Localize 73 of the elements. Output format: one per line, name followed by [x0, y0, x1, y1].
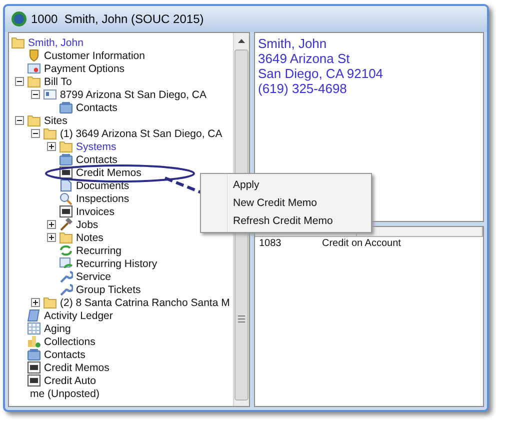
- refresh-icon: [59, 244, 73, 257]
- tree-item[interactable]: Jobs: [76, 218, 98, 230]
- folder-icon: [27, 114, 41, 127]
- tree-item[interactable]: Contacts: [44, 348, 86, 360]
- tree-item[interactable]: Credit Memos: [44, 362, 110, 374]
- tree-item[interactable]: Credit Memos: [76, 166, 142, 178]
- tree-item[interactable]: Systems: [76, 140, 116, 152]
- tree-item[interactable]: Service: [76, 270, 112, 282]
- minus-box-icon[interactable]: [14, 116, 24, 125]
- tree-item[interactable]: Recurring History: [76, 258, 158, 270]
- tree-item[interactable]: Notes: [76, 232, 104, 244]
- card-icon: [27, 62, 41, 75]
- tree-item[interactable]: Bill To: [44, 76, 72, 88]
- tree-item[interactable]: Documents: [76, 180, 130, 192]
- tree-item[interactable]: Credit Auto: [44, 374, 96, 386]
- memo-icon: [27, 361, 41, 374]
- shield-icon: [27, 49, 41, 62]
- wrench-icon: [59, 283, 73, 296]
- tree-item[interactable]: Collections: [44, 336, 96, 348]
- hammer-icon: [59, 218, 73, 231]
- tree-item[interactable]: Payment Options: [44, 62, 125, 74]
- tree-item[interactable]: Invoices: [76, 206, 115, 218]
- tree-item[interactable]: Contacts: [76, 102, 118, 114]
- folder-icon: [59, 231, 73, 244]
- folder-icon: [11, 36, 25, 49]
- customer-detail: Smith, John: [258, 36, 328, 51]
- table-cell-text: Credit on Account: [322, 238, 402, 249]
- bar-chart-icon: [27, 335, 41, 348]
- tree-item[interactable]: (2) 8 Santa Catrina Rancho Santa M: [60, 296, 230, 308]
- minus-box-icon[interactable]: [30, 90, 40, 99]
- address-card-icon: [43, 88, 57, 101]
- tree-item[interactable]: Group Tickets: [76, 284, 141, 296]
- tree-item[interactable]: Sites: [44, 114, 68, 126]
- table-cell-text: 1083: [259, 238, 282, 249]
- folder-icon: [43, 296, 57, 309]
- tree-item[interactable]: Recurring: [76, 244, 122, 256]
- ledger-icon: [27, 309, 41, 322]
- window-title: 1000 Smith, John (SOUC 2015): [31, 12, 204, 26]
- minus-box-icon[interactable]: [14, 77, 24, 86]
- grid-icon: [27, 322, 41, 335]
- customer-detail: 3649 Arizona St: [258, 51, 351, 66]
- plus-box-icon[interactable]: [46, 220, 56, 229]
- tree-item[interactable]: Customer Information: [44, 50, 145, 62]
- tree-item[interactable]: Contacts: [76, 154, 118, 166]
- tree-item[interactable]: Aging: [44, 322, 71, 334]
- history-icon: [59, 257, 73, 270]
- memo-icon: [59, 205, 73, 218]
- folder-icon: [59, 140, 73, 153]
- document-icon: [59, 179, 73, 192]
- wrench-icon: [59, 270, 73, 283]
- folder-icon: [27, 75, 41, 88]
- tree-item[interactable]: me (Unposted): [30, 388, 100, 400]
- memo-icon: [27, 374, 41, 387]
- plus-box-icon[interactable]: [46, 142, 56, 151]
- customer-detail: San Diego, CA 92104: [258, 66, 384, 81]
- magnifier-icon: [59, 192, 73, 205]
- contacts-icon: [59, 153, 73, 166]
- contacts-icon: [59, 101, 73, 114]
- minus-box-icon[interactable]: [30, 129, 40, 138]
- contacts-icon: [27, 348, 41, 361]
- tree-item[interactable]: Activity Ledger: [44, 310, 113, 322]
- menu-item[interactable]: New Credit Memo: [201, 194, 371, 212]
- plus-box-icon[interactable]: [30, 298, 40, 307]
- customer-detail: (619) 325-4698: [258, 81, 348, 96]
- menu-item[interactable]: Apply: [201, 176, 371, 194]
- tree-item[interactable]: Smith, John: [28, 36, 84, 48]
- menu-item[interactable]: Refresh Credit Memo: [201, 212, 371, 230]
- tree-item[interactable]: Inspections: [76, 192, 130, 204]
- app-logo-icon: [11, 11, 27, 27]
- plus-box-icon[interactable]: [46, 233, 56, 242]
- tree-item[interactable]: (1) 3649 Arizona St San Diego, CA: [60, 128, 222, 140]
- folder-icon: [43, 127, 57, 140]
- tree-item[interactable]: 8799 Arizona St San Diego, CA: [60, 88, 207, 100]
